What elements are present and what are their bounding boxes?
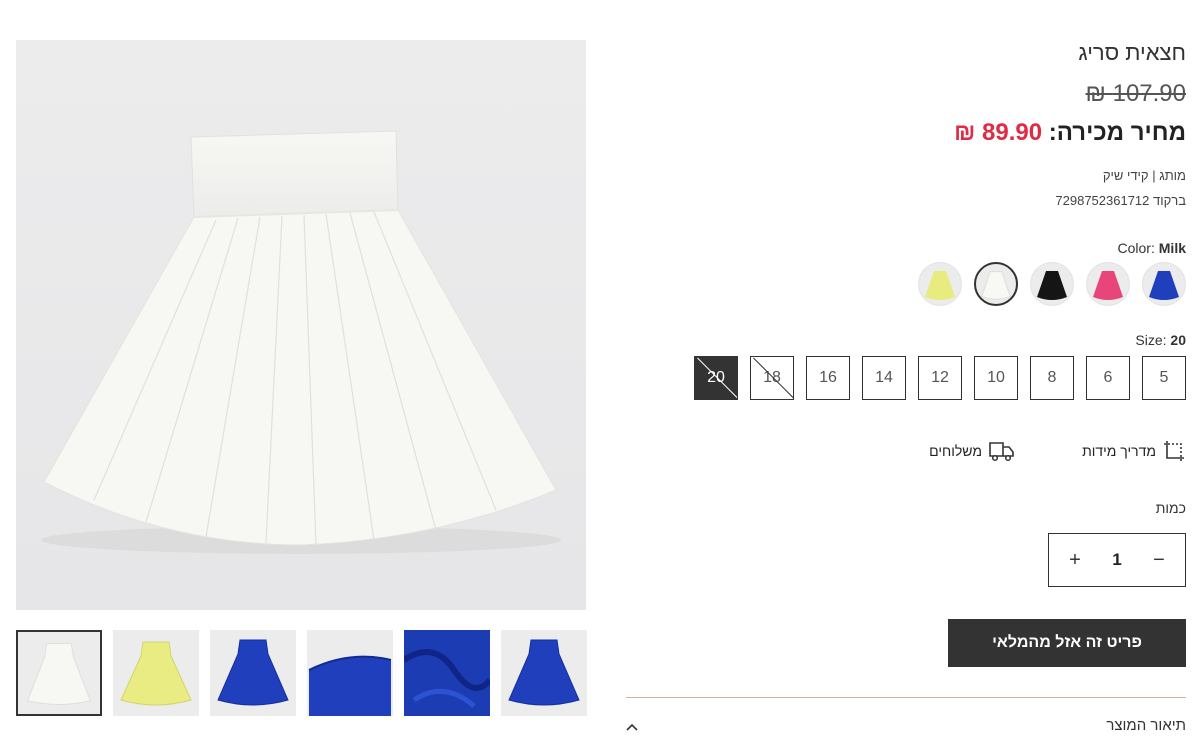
color-swatches [906,262,1186,308]
main-product-image[interactable] [16,40,586,610]
swatch-yellow[interactable] [918,262,962,306]
old-price: 107.90 ₪ [1085,80,1186,107]
selected-size: 20 [1170,332,1186,348]
truck-icon [989,442,1014,462]
thumbnail-milk-skirt[interactable] [16,630,102,716]
sale-price-row: מחיר מכירה: 89.90 ₪ [954,119,1186,147]
thumbnail-blue-fabric-closeup[interactable] [404,630,490,716]
quantity-stepper: + 1 − [1048,533,1186,587]
size-option-14[interactable]: 14 [862,356,906,400]
sold-out-button[interactable]: פריט זה אזל מהמלאי [948,619,1186,667]
divider [626,697,1186,698]
thumbnail-yellow-skirt[interactable] [113,630,199,716]
size-guide-label: מדריך מידות [1082,443,1156,459]
chevron-up-icon [626,723,638,731]
sale-price: 89.90 ₪ [954,119,1043,146]
quantity-label: כמות [1155,500,1186,516]
color-label-text: Color: [1117,240,1155,256]
product-title: חצאית סריג [1078,40,1186,65]
size-guide-link[interactable]: מדריך מידות [1082,438,1186,464]
size-label-text: Size: [1135,332,1167,348]
thumbnail-blue-skirt-2[interactable] [501,630,587,716]
description-title: תיאור המוצר [1106,717,1186,734]
shipping-link[interactable]: משלוחים [929,438,1016,464]
shipping-label: משלוחים [929,443,982,459]
size-option-20[interactable]: 20 [694,356,738,400]
barcode-line: ברקוד 7298752361712 [1055,193,1186,208]
swatch-pink[interactable] [1086,262,1130,306]
swatch-black[interactable] [1030,262,1074,306]
size-options: 5 6 8 10 12 14 16 18 20 [686,356,1186,400]
selected-color: Milk [1158,240,1186,256]
thumbnail-blue-waistband[interactable] [307,630,393,716]
ruler-crop-icon [1164,441,1184,461]
size-label: Size: 20 [1135,332,1186,348]
size-option-16[interactable]: 16 [806,356,850,400]
description-accordion[interactable]: תיאור המוצר [626,717,1186,738]
swatch-blue[interactable] [1142,262,1186,306]
product-info-panel: חצאית סריג 107.90 ₪ מחיר מכירה: 89.90 ₪ … [626,0,1186,738]
size-option-12[interactable]: 12 [918,356,962,400]
sale-price-label: מחיר מכירה: [1048,119,1186,146]
quantity-plus-button[interactable]: + [1053,534,1097,586]
size-option-18[interactable]: 18 [750,356,794,400]
thumbnail-blue-skirt[interactable] [210,630,296,716]
brand-line: מותג | קידי שיק [1102,168,1186,183]
quantity-minus-button[interactable]: − [1137,534,1181,586]
size-option-10[interactable]: 10 [974,356,1018,400]
swatch-milk[interactable] [974,262,1018,306]
size-option-8[interactable]: 8 [1030,356,1074,400]
skirt-image [41,130,561,554]
size-option-6[interactable]: 6 [1086,356,1130,400]
size-option-5[interactable]: 5 [1142,356,1186,400]
quantity-input[interactable]: 1 [1093,534,1141,586]
color-label: Color: Milk [1118,240,1186,256]
thumbnail-strip [16,630,587,716]
